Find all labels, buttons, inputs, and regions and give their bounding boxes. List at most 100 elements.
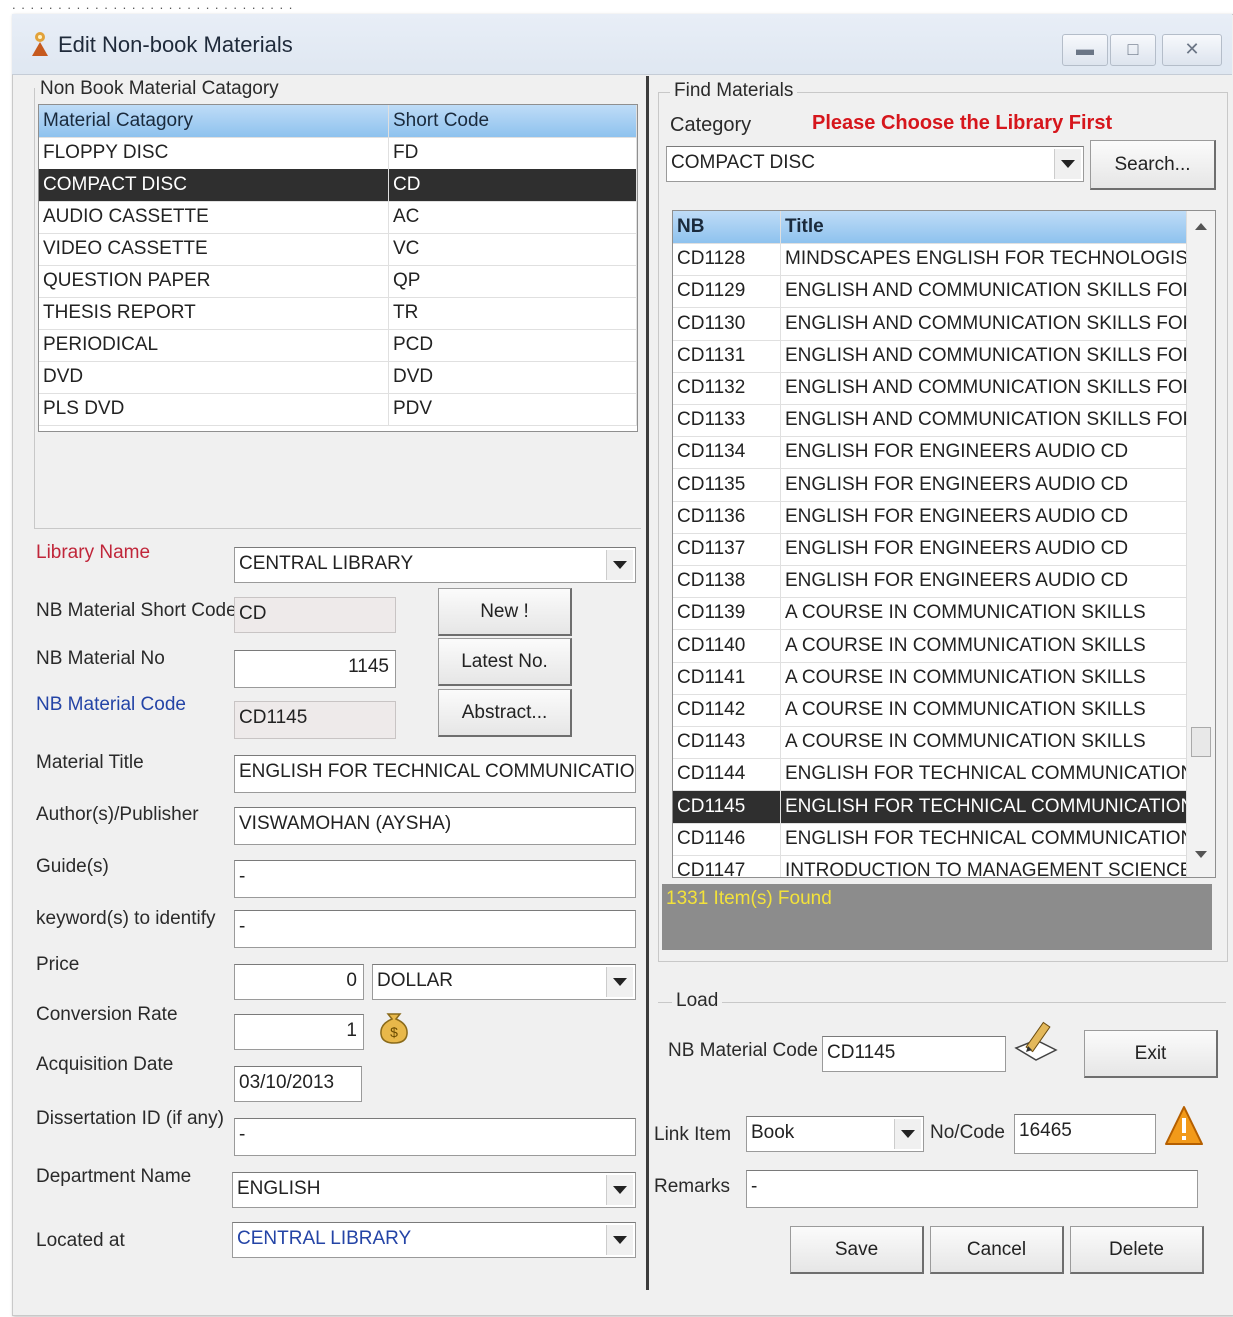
result-title-cell: ENGLISH FOR TECHNICAL COMMUNICATION — [781, 822, 1187, 855]
result-nb-cell: CD1140 — [673, 629, 781, 662]
delete-button[interactable]: Delete — [1070, 1226, 1204, 1274]
latest-no-button-label: Latest No. — [461, 651, 548, 672]
department-select[interactable]: ENGLISH — [232, 1172, 636, 1208]
latest-no-button[interactable]: Latest No. — [438, 638, 572, 686]
category-row[interactable]: PLS DVD PDV — [39, 393, 637, 426]
result-title-cell: A COURSE IN COMMUNICATION SKILLS — [781, 661, 1187, 694]
chevron-down-icon[interactable] — [606, 1225, 633, 1255]
chevron-down-icon[interactable] — [606, 967, 633, 997]
maximize-icon[interactable]: □ — [1110, 34, 1156, 66]
result-row[interactable]: CD1143 A COURSE IN COMMUNICATION SKILLS — [673, 726, 1187, 760]
result-row[interactable]: CD1130 ENGLISH AND COMMUNICATION SKILLS F… — [673, 307, 1187, 341]
price-field[interactable]: 0 — [234, 964, 364, 1000]
close-icon[interactable]: ✕ — [1162, 34, 1222, 66]
save-button[interactable]: Save — [790, 1226, 924, 1274]
chevron-down-icon[interactable] — [606, 550, 633, 580]
result-row[interactable]: CD1146 ENGLISH FOR TECHNICAL COMMUNICATIO… — [673, 822, 1187, 856]
result-row[interactable]: CD1138 ENGLISH FOR ENGINEERS AUDIO CD — [673, 565, 1187, 599]
column-header-short-code[interactable]: Short Code — [389, 105, 637, 137]
result-title-cell: ENGLISH AND COMMUNICATION SKILLS FOR — [781, 275, 1187, 308]
result-row[interactable]: CD1132 ENGLISH AND COMMUNICATION SKILLS F… — [673, 372, 1187, 405]
find-category-select[interactable]: COMPACT DISC — [666, 146, 1084, 182]
no-code-label: No/Code — [930, 1122, 1005, 1143]
link-item-select[interactable]: Book — [746, 1116, 924, 1152]
library-name-label: Library Name — [36, 542, 151, 563]
cancel-button[interactable]: Cancel — [930, 1226, 1064, 1274]
category-grid[interactable]: Material Catagory Short Code FLOPPY DISC… — [38, 104, 638, 432]
minimize-icon[interactable]: ▬ — [1062, 34, 1108, 66]
result-row[interactable]: CD1134 ENGLISH FOR ENGINEERS AUDIO CD — [673, 436, 1187, 470]
result-row[interactable]: CD1140 A COURSE IN COMMUNICATION SKILLS — [673, 629, 1187, 663]
result-row[interactable]: CD1129 ENGLISH AND COMMUNICATION SKILLS F… — [673, 275, 1187, 309]
conversion-rate-field[interactable]: 1 — [234, 1014, 364, 1050]
dissertation-field[interactable]: - — [234, 1118, 636, 1156]
exit-button[interactable]: Exit — [1084, 1030, 1218, 1078]
result-row[interactable]: CD1145 ENGLISH FOR TECHNICAL COMMUNICATIO… — [673, 790, 1187, 824]
result-row[interactable]: CD1137 ENGLISH FOR ENGINEERS AUDIO CD — [673, 533, 1187, 566]
result-row[interactable]: CD1136 ENGLISH FOR ENGINEERS AUDIO CD — [673, 500, 1187, 534]
column-header-title[interactable]: Title — [781, 211, 1187, 243]
scroll-down-icon[interactable] — [1195, 851, 1207, 858]
category-row[interactable]: PERIODICAL PCD — [39, 329, 637, 362]
results-scrollbar[interactable] — [1186, 211, 1215, 877]
panel-divider — [646, 76, 649, 1290]
category-row[interactable]: DVD DVD — [39, 361, 637, 394]
result-row[interactable]: CD1142 A COURSE IN COMMUNICATION SKILLS — [673, 694, 1187, 727]
material-no-field[interactable]: 1145 — [234, 650, 396, 688]
result-nb-cell: CD1146 — [673, 822, 781, 855]
chevron-down-icon[interactable] — [894, 1119, 921, 1149]
column-header-material-category[interactable]: Material Catagory — [39, 105, 389, 137]
results-grid[interactable]: NB Title CD1128 MINDSCAPES ENGLISH FOR TE… — [672, 210, 1216, 878]
result-row[interactable]: CD1144 ENGLISH FOR TECHNICAL COMMUNICATIO… — [673, 758, 1187, 792]
column-header-nb[interactable]: NB — [673, 211, 781, 243]
located-at-select[interactable]: CENTRAL LIBRARY — [232, 1222, 636, 1258]
result-row[interactable]: CD1133 ENGLISH AND COMMUNICATION SKILLS F… — [673, 404, 1187, 438]
result-row[interactable]: CD1147 INTRODUCTION TO MANAGEMENT SCIENCE — [673, 855, 1187, 877]
material-title-field[interactable]: ENGLISH FOR TECHNICAL COMMUNICATION — [234, 755, 636, 793]
result-title-cell: ENGLISH AND COMMUNICATION SKILLS FOR — [781, 404, 1187, 437]
conversion-rate-label: Conversion Rate — [36, 1004, 178, 1025]
category-code-cell: DVD — [389, 361, 637, 393]
category-code-cell: CD — [389, 169, 637, 201]
result-nb-cell: CD1130 — [673, 307, 781, 340]
category-row[interactable]: FLOPPY DISC FD — [39, 137, 637, 170]
scroll-up-icon[interactable] — [1195, 223, 1207, 230]
new-button[interactable]: New ! — [438, 588, 572, 636]
library-name-select[interactable]: CENTRAL LIBRARY — [234, 547, 636, 583]
no-code-field[interactable]: 16465 — [1014, 1114, 1156, 1154]
located-at-value: CENTRAL LIBRARY — [237, 1228, 412, 1249]
category-row[interactable]: COMPACT DISC CD — [39, 169, 637, 202]
result-row[interactable]: CD1135 ENGLISH FOR ENGINEERS AUDIO CD — [673, 468, 1187, 502]
load-pencil-icon[interactable] — [1012, 1016, 1060, 1066]
chevron-down-icon[interactable] — [606, 1175, 633, 1205]
category-name-cell: AUDIO CASSETTE — [39, 201, 389, 233]
remarks-field[interactable]: - — [746, 1170, 1198, 1208]
result-row[interactable]: CD1139 A COURSE IN COMMUNICATION SKILLS — [673, 597, 1187, 631]
guide-field[interactable]: - — [234, 860, 636, 898]
acquisition-date-label: Acquisition Date — [36, 1054, 174, 1075]
acquisition-date-field[interactable]: 03/10/2013 — [234, 1066, 362, 1102]
category-row[interactable]: QUESTION PAPER QP — [39, 265, 637, 298]
category-row[interactable]: THESIS REPORT TR — [39, 297, 637, 330]
short-code-field[interactable]: CD — [234, 597, 396, 633]
keyword-field[interactable]: - — [234, 910, 636, 948]
result-row[interactable]: CD1141 A COURSE IN COMMUNICATION SKILLS — [673, 661, 1187, 695]
cancel-button-label: Cancel — [966, 1239, 1027, 1260]
material-code-field[interactable]: CD1145 — [234, 701, 396, 739]
load-code-label: NB Material Code — [668, 1040, 818, 1061]
currency-value: DOLLAR — [377, 970, 454, 991]
category-row[interactable]: AUDIO CASSETTE AC — [39, 201, 637, 234]
keyword-label: keyword(s) to identify — [36, 908, 216, 929]
category-row[interactable]: VIDEO CASSETTE VC — [39, 233, 637, 266]
author-field[interactable]: VISWAMOHAN (AYSHA) — [234, 807, 636, 845]
load-code-field[interactable]: CD1145 — [822, 1036, 1006, 1072]
currency-select[interactable]: DOLLAR — [372, 964, 636, 1000]
result-row[interactable]: CD1128 MINDSCAPES ENGLISH FOR TECHNOLOGIS… — [673, 243, 1187, 277]
abstract-button[interactable]: Abstract... — [438, 689, 572, 737]
chevron-down-icon[interactable] — [1054, 149, 1081, 179]
scroll-thumb-grip-icon[interactable] — [1191, 727, 1211, 757]
money-bag-icon[interactable]: $ — [374, 1006, 414, 1046]
result-row[interactable]: CD1131 ENGLISH AND COMMUNICATION SKILLS F… — [673, 339, 1187, 373]
delete-button-label: Delete — [1109, 1239, 1164, 1260]
search-button[interactable]: Search... — [1090, 140, 1216, 190]
